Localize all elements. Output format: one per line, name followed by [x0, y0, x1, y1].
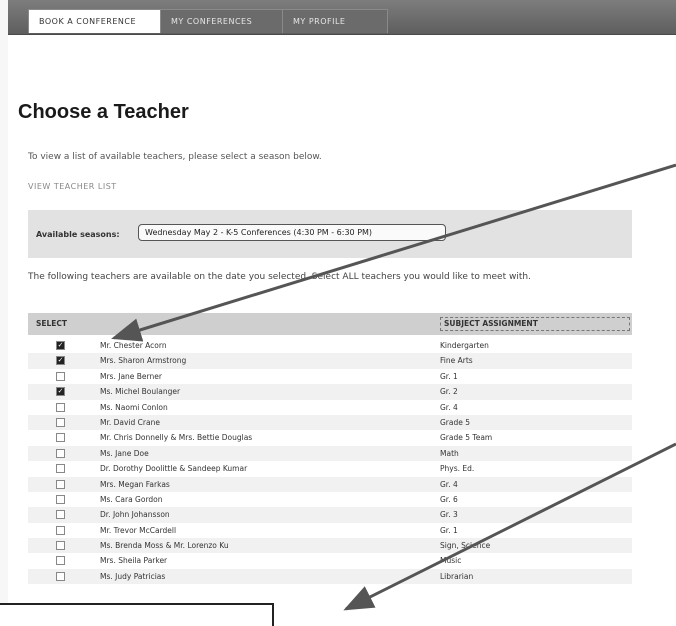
- select-checkbox[interactable]: [56, 448, 65, 458]
- teacher-name: Dr. John Johansson: [100, 510, 170, 520]
- teacher-name: Mrs. Sharon Armstrong: [100, 356, 187, 366]
- select-checkbox[interactable]: ✓: [56, 341, 65, 350]
- table-row: Mr. Chris Donnelly & Mrs. Bettie Douglas…: [28, 430, 632, 445]
- select-checkbox[interactable]: [56, 479, 65, 489]
- header-select: SELECT: [36, 319, 68, 328]
- teacher-name: Mr. David Crane: [100, 417, 160, 427]
- table-row: Mrs. Megan Farkas Gr. 4: [28, 476, 632, 492]
- table-row: ✓ Ms. Michel Boulanger Gr. 2: [28, 384, 632, 400]
- teacher-name: Dr. Dorothy Doolittle & Sandeep Kumar: [100, 464, 248, 474]
- teacher-name: Mr. Trevor McCardell: [100, 525, 177, 535]
- select-checkbox[interactable]: [56, 433, 65, 443]
- select-checkbox[interactable]: [56, 417, 65, 427]
- callout-box: [0, 603, 274, 626]
- table-row: ✓ Mr. Chester Acorn Kindergarten: [28, 338, 632, 353]
- select-checkbox[interactable]: [56, 571, 65, 581]
- teacher-subject: Fine Arts: [440, 356, 473, 366]
- table-row: Mrs. Jane Berner Gr. 1: [28, 369, 632, 384]
- teacher-name: Ms. Brenda Moss & Mr. Lorenzo Ku: [100, 541, 229, 551]
- table-row: Ms. Cara Gordon Gr. 6: [28, 492, 632, 507]
- teacher-subject: Music: [440, 556, 462, 566]
- page-title: Choose a Teacher: [18, 101, 189, 123]
- teacher-name: Mr. Chris Donnelly & Mrs. Bettie Douglas: [100, 433, 253, 443]
- table-row: Ms. Brenda Moss & Mr. Lorenzo Ku Sign, Sc…: [28, 538, 632, 554]
- teacher-table: ✓ Mr. Chester Acorn Kindergarten ✓ Mrs. Shar…: [28, 338, 632, 585]
- table-row: ✓ Mrs. Sharon Armstrong Fine Arts: [28, 353, 632, 369]
- helper-text: The following teachers are available on …: [28, 272, 531, 282]
- select-checkbox[interactable]: ✓: [56, 387, 65, 397]
- table-row: Dr. Dorothy Doolittle & Sandeep Kumar Phy…: [28, 461, 632, 476]
- teacher-subject: Gr. 1: [440, 525, 458, 535]
- select-checkbox[interactable]: [56, 494, 65, 504]
- view-teacher-list-link[interactable]: VIEW TEACHER LIST: [28, 182, 117, 191]
- table-row: Ms. Naomi Conlon Gr. 4: [28, 400, 632, 415]
- select-checkbox[interactable]: ✓: [56, 356, 65, 366]
- teacher-name: Ms. Judy Patricias: [100, 571, 166, 581]
- tab-book-conference[interactable]: BOOK A CONFERENCE: [28, 9, 168, 33]
- teacher-subject: Gr. 4: [440, 479, 458, 489]
- table-row: Mr. Trevor McCardell Gr. 1: [28, 523, 632, 538]
- teacher-name: Ms. Jane Doe: [100, 448, 149, 458]
- teacher-subject: Grade 5: [440, 417, 471, 427]
- tab-my-conferences[interactable]: MY CONFERENCES: [160, 9, 290, 33]
- select-checkbox[interactable]: [56, 464, 65, 474]
- select-checkbox[interactable]: [56, 510, 65, 520]
- teacher-name: Ms. Michel Boulanger: [100, 387, 181, 397]
- select-checkbox[interactable]: [56, 371, 65, 381]
- teacher-subject: Gr. 4: [440, 402, 458, 412]
- select-checkbox[interactable]: [56, 556, 65, 566]
- teacher-subject: Gr. 3: [440, 510, 458, 520]
- table-row: Mr. David Crane Grade 5: [28, 414, 632, 431]
- season-select[interactable]: Wednesday May 2 - K-5 Conferences (4:30 …: [138, 224, 446, 241]
- table-header: SELECT SUBJECT ASSIGNMENT: [28, 313, 632, 335]
- header-subject[interactable]: SUBJECT ASSIGNMENT: [444, 319, 538, 328]
- teacher-name: Mr. Chester Acorn: [100, 341, 167, 350]
- intro-text: To view a list of available teachers, pl…: [28, 152, 322, 162]
- table-row: Ms. Jane Doe Math: [28, 445, 632, 462]
- teacher-subject: Gr. 6: [440, 494, 458, 504]
- season-panel: Available seasons: Wednesday May 2 - K-5…: [28, 210, 632, 258]
- table-row: Dr. John Johansson Gr. 3: [28, 507, 632, 523]
- teacher-subject: Gr. 2: [440, 387, 458, 397]
- teacher-subject: Math: [440, 448, 459, 458]
- table-row: Mrs. Sheila Parker Music: [28, 553, 632, 568]
- table-row: Ms. Judy Patricias Librarian: [28, 568, 632, 585]
- select-checkbox[interactable]: [56, 402, 65, 412]
- teacher-name: Mrs. Jane Berner: [100, 371, 162, 381]
- teacher-name: Mrs. Sheila Parker: [100, 556, 168, 566]
- tab-my-profile[interactable]: MY PROFILE: [282, 9, 388, 33]
- teacher-subject: Gr. 1: [440, 371, 458, 381]
- select-checkbox[interactable]: [56, 525, 65, 535]
- nav-bar: BOOK A CONFERENCE MY CONFERENCES MY PROF…: [8, 0, 676, 35]
- teacher-subject: Grade 5 Team: [440, 433, 493, 443]
- app-frame: BOOK A CONFERENCE MY CONFERENCES MY PROF…: [0, 0, 676, 626]
- select-checkbox[interactable]: [56, 541, 65, 551]
- teacher-subject: Kindergarten: [440, 341, 489, 350]
- teacher-subject: Sign, Science: [440, 541, 491, 551]
- teacher-name: Ms. Cara Gordon: [100, 494, 163, 504]
- teacher-name: Mrs. Megan Farkas: [100, 479, 170, 489]
- season-label: Available seasons:: [36, 230, 120, 239]
- teacher-subject: Librarian: [440, 571, 474, 581]
- teacher-subject: Phys. Ed.: [440, 464, 475, 474]
- teacher-name: Ms. Naomi Conlon: [100, 402, 168, 412]
